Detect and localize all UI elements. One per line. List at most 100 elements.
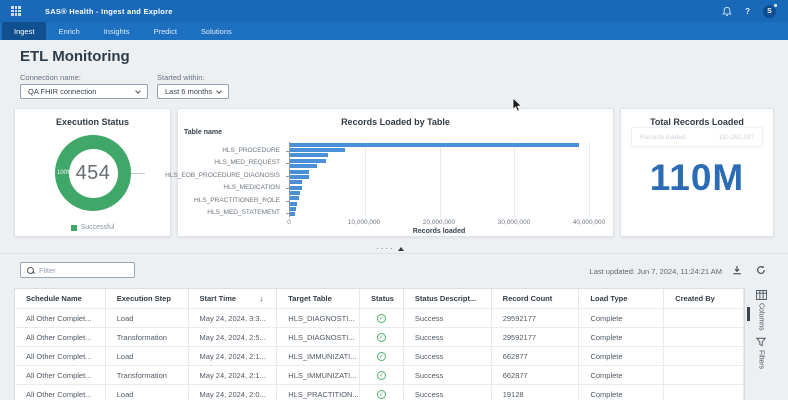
y-axis-labels: HLS_PROCEDUREHLS_MED_REQUESTHLS_EOB_PROC… (178, 142, 285, 217)
fading-tooltip: Records loaded 110,262,197 (631, 127, 763, 147)
filter-input[interactable] (39, 266, 119, 275)
legend-label-successful: Successful (81, 224, 115, 231)
bar-segment[interactable] (290, 186, 302, 190)
cell-schedule: All Other Complet... (15, 366, 106, 384)
bar-segment[interactable] (290, 164, 317, 168)
cell-step: Transformation (106, 366, 189, 384)
column-header-load_type[interactable]: Load Type (579, 289, 664, 308)
cell-schedule: All Other Complet... (15, 385, 106, 400)
columns-panel-button[interactable]: Columns (756, 290, 767, 331)
bar-segment[interactable] (290, 207, 296, 211)
legend-swatch-successful (71, 225, 77, 231)
nav-tab-predict[interactable]: Predict (142, 22, 189, 40)
cell-desc: Success (404, 385, 492, 400)
cell-count: 662877 (492, 347, 580, 365)
total-records-card: Total Records Loaded Records loaded 110,… (620, 108, 774, 237)
bar-segment[interactable] (290, 170, 309, 174)
column-header-target[interactable]: Target Table (277, 289, 360, 308)
collapse-up-icon (398, 247, 404, 251)
cell-count: 19128 (492, 385, 580, 400)
bar-segment[interactable] (290, 212, 295, 216)
notifications-bell-icon[interactable] (721, 6, 732, 17)
column-header-desc[interactable]: Status Descript... (404, 289, 492, 308)
nav-tab-ingest[interactable]: Ingest (2, 22, 46, 40)
table-row[interactable]: All Other Complet...LoadMay 24, 2024, 3:… (15, 308, 744, 327)
cell-created_by (664, 347, 744, 365)
cell-start: May 24, 2024, 2:1... (189, 347, 278, 365)
execution-status-title: Execution Status (15, 117, 170, 127)
cell-step: Transformation (106, 328, 189, 346)
etl-data-grid: Schedule NameExecution StepStart Time↓Ta… (14, 288, 745, 400)
x-axis-tick-label: 0 (287, 219, 291, 226)
y-axis-label: HLS_PROCEDURE (222, 147, 280, 154)
bar-segment[interactable] (290, 159, 326, 163)
bar-segment[interactable] (290, 191, 300, 195)
nav-tab-enrich[interactable]: Enrich (46, 22, 91, 40)
bar-segment[interactable] (290, 180, 302, 184)
column-header-step[interactable]: Execution Step (106, 289, 189, 308)
cell-created_by (664, 309, 744, 327)
cell-start: May 24, 2024, 2:1... (189, 366, 278, 384)
cell-status: ✓ (360, 328, 404, 346)
connection-name-label: Connection name: (20, 73, 81, 82)
columns-icon (756, 290, 767, 300)
total-records-title: Total Records Loaded (621, 117, 773, 127)
y-axis-label: HLS_MEDICATION (223, 184, 280, 191)
bar-segment[interactable] (290, 202, 297, 206)
table-row[interactable]: All Other Complet...TransformationMay 24… (15, 327, 744, 346)
nav-tab-insights[interactable]: Insights (92, 22, 142, 40)
download-icon[interactable] (731, 264, 743, 276)
y-axis-title: Table name (184, 129, 222, 136)
table-row[interactable]: All Other Complet...LoadMay 24, 2024, 2:… (15, 346, 744, 365)
bar-segment[interactable] (290, 196, 299, 200)
cell-target: HLS_DIAGNOSTI... (277, 309, 360, 327)
column-header-status[interactable]: Status (360, 289, 404, 308)
donut-percent-label: 100% (57, 170, 72, 176)
table-filter[interactable] (20, 262, 135, 278)
execution-count: 454 (76, 162, 111, 185)
cell-count: 29592177 (492, 328, 580, 346)
table-row[interactable]: All Other Complet...LoadMay 24, 2024, 2:… (15, 384, 744, 400)
bar-segment[interactable] (290, 143, 579, 147)
panel-splitter-handle[interactable]: ···· (376, 244, 404, 253)
filters-panel-button[interactable]: Filters (756, 337, 766, 369)
bar-segment[interactable] (290, 148, 345, 152)
column-header-created_by[interactable]: Created By (664, 289, 744, 308)
cell-count: 29592177 (492, 309, 580, 327)
vertical-scrollbar-thumb[interactable] (747, 307, 750, 321)
column-header-schedule[interactable]: Schedule Name (15, 289, 106, 308)
cell-load_type: Complete (579, 347, 664, 365)
y-axis-label: HLS_MED_STATEMENT (207, 209, 280, 216)
table-row[interactable]: All Other Complet...TransformationMay 24… (15, 365, 744, 384)
x-axis-tick-label: 40,000,000 (573, 219, 606, 226)
refresh-icon[interactable] (755, 264, 767, 276)
nav-tab-solutions[interactable]: Solutions (189, 22, 244, 40)
app-header: SAS® Health - Ingest and Explore ? S (0, 0, 788, 22)
page-title: ETL Monitoring (20, 48, 130, 65)
execution-status-donut[interactable]: 454 100% (55, 135, 131, 211)
cell-target: HLS_PRACTITION... (277, 385, 360, 400)
y-axis-label: HLS_PRACTITIONER_ROLE (194, 197, 280, 204)
bar-segment[interactable] (290, 175, 309, 179)
started-within-label: Started within: (157, 73, 205, 82)
column-header-count[interactable]: Record Count (492, 289, 580, 308)
help-icon[interactable]: ? (745, 7, 750, 16)
bar-plot[interactable] (289, 142, 589, 217)
cell-target: HLS_DIAGNOSTI... (277, 328, 360, 346)
cell-created_by (664, 366, 744, 384)
success-status-icon: ✓ (377, 333, 386, 342)
cell-desc: Success (404, 366, 492, 384)
started-within-select[interactable]: Last 6 months (157, 84, 229, 99)
filters-panel-label: Filters (758, 350, 765, 369)
cell-status: ✓ (360, 385, 404, 400)
bar-segment[interactable] (290, 153, 328, 157)
y-axis-label: HLS_MED_REQUEST (214, 159, 280, 166)
gridline (440, 142, 441, 217)
avatar[interactable]: S (763, 5, 776, 18)
x-axis-title: Records loaded (289, 228, 589, 235)
x-axis-tick-label: 30,000,000 (498, 219, 531, 226)
apps-waffle-icon[interactable] (11, 6, 21, 16)
column-header-start[interactable]: Start Time↓ (189, 289, 278, 308)
connection-name-select[interactable]: QA FHIR connection (20, 84, 148, 99)
sort-descending-icon[interactable]: ↓ (259, 294, 263, 303)
